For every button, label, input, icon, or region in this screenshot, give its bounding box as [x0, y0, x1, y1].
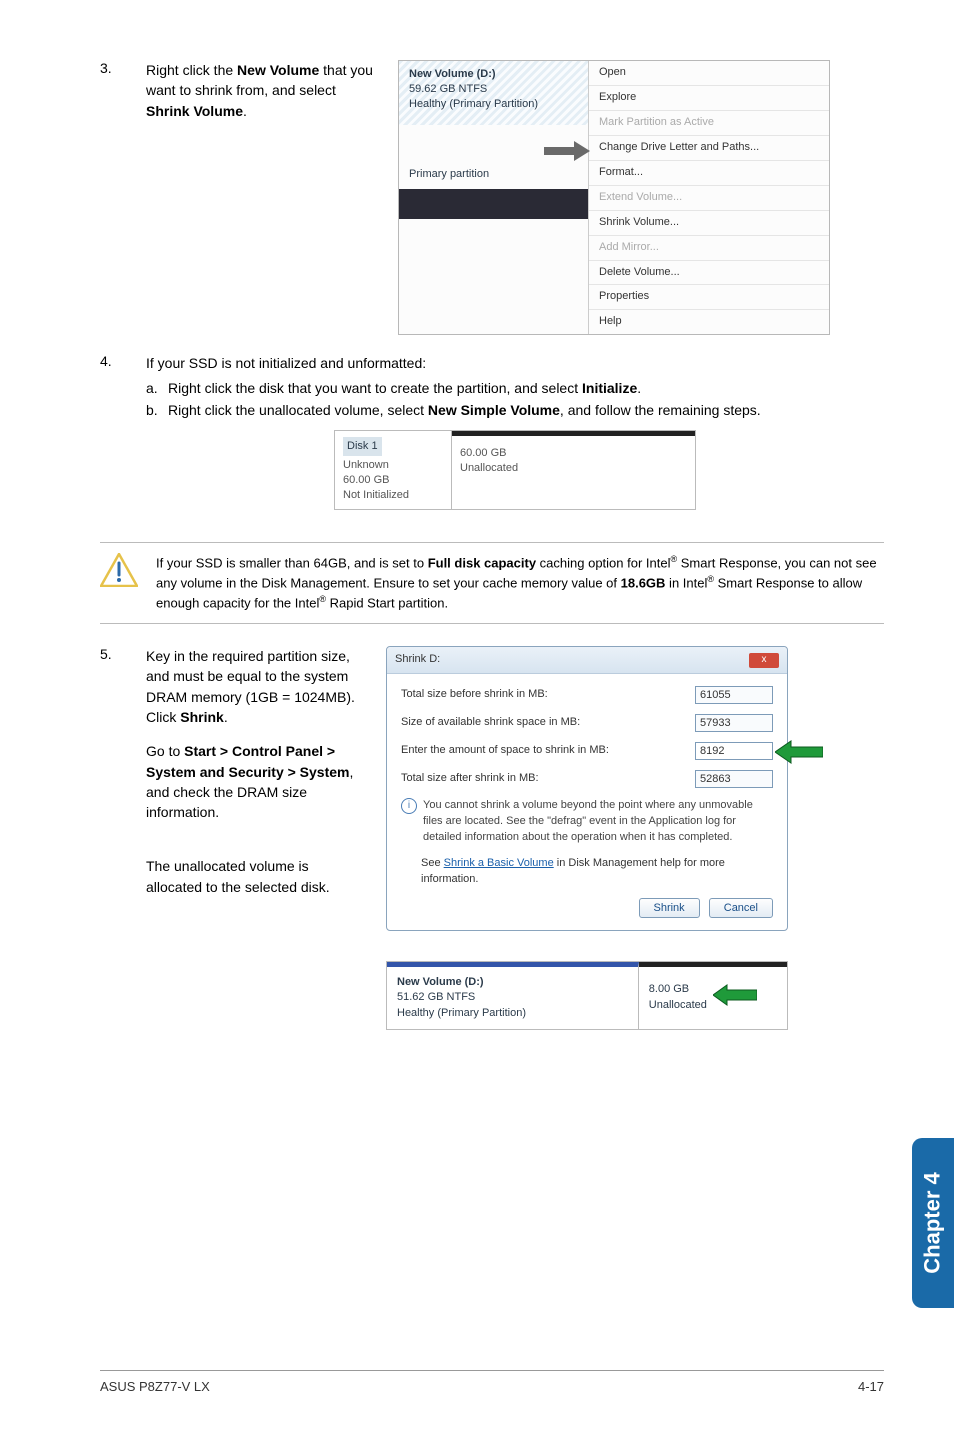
- page-footer: ASUS P8Z77-V LX 4-17: [100, 1370, 884, 1394]
- menu-delete[interactable]: Delete Volume...: [589, 261, 829, 286]
- step-number: 5.: [100, 646, 146, 662]
- info-text: You cannot shrink a volume beyond the po…: [423, 798, 773, 846]
- step-5-p2: Go to Start > Control Panel > System and…: [146, 741, 364, 822]
- note-text: If your SSD is smaller than 64GB, and is…: [156, 553, 884, 614]
- chapter-tab: Chapter 4: [912, 1138, 954, 1308]
- field-available-value: 57933: [695, 714, 773, 732]
- dialog-title: Shrink D:: [395, 652, 440, 668]
- menu-mark-active: Mark Partition as Active: [589, 111, 829, 136]
- menu-change-letter[interactable]: Change Drive Letter and Paths...: [589, 136, 829, 161]
- step-4-b: b.Right click the unallocated volume, se…: [146, 400, 884, 420]
- close-icon[interactable]: x: [749, 653, 779, 668]
- field-total-before-value: 61055: [695, 686, 773, 704]
- step-4: 4. If your SSD is not initialized and un…: [100, 353, 884, 523]
- step-5-p3: The unallocated volume is allocated to t…: [146, 856, 364, 897]
- menu-properties[interactable]: Properties: [589, 285, 829, 310]
- step-5: 5. Key in the required partition size, a…: [100, 646, 884, 1030]
- menu-shrink[interactable]: Shrink Volume...: [589, 211, 829, 236]
- step-number: 4.: [100, 353, 146, 369]
- cancel-button[interactable]: Cancel: [709, 898, 773, 918]
- shrink-help-link[interactable]: Shrink a Basic Volume: [444, 857, 554, 869]
- menu-extend: Extend Volume...: [589, 186, 829, 211]
- green-arrow-icon: [713, 983, 757, 1012]
- warning-icon: [100, 553, 138, 587]
- menu-format[interactable]: Format...: [589, 161, 829, 186]
- shrink-dialog-screenshot: Shrink D: x Total size before shrink in …: [386, 646, 788, 931]
- primary-partition-label: Primary partition: [409, 167, 489, 183]
- info-icon: i: [401, 798, 417, 814]
- result-vol-title: New Volume (D:): [397, 975, 628, 990]
- menu-open[interactable]: Open: [589, 61, 829, 86]
- footer-product: ASUS P8Z77-V LX: [100, 1379, 210, 1394]
- menu-help[interactable]: Help: [589, 310, 829, 334]
- step-4-intro: If your SSD is not initialized and unfor…: [146, 353, 884, 373]
- step-number: 3.: [100, 60, 146, 76]
- field-enter-amount-label: Enter the amount of space to shrink in M…: [401, 743, 609, 759]
- field-enter-amount-input[interactable]: 8192: [695, 742, 773, 760]
- green-arrow-icon: [775, 739, 823, 771]
- menu-add-mirror: Add Mirror...: [589, 236, 829, 261]
- warning-note: If your SSD is smaller than 64GB, and is…: [100, 542, 884, 625]
- step-3-text: Right click the New Volume that you want…: [146, 60, 376, 121]
- step-3: 3. Right click the New Volume that you w…: [100, 60, 884, 335]
- shrink-button[interactable]: Shrink: [639, 898, 700, 918]
- step-5-p1: Key in the required partition size, and …: [146, 646, 364, 727]
- pointer-arrow-icon: [544, 141, 590, 167]
- volume-block: New Volume (D:) 59.62 GB NTFS Healthy (P…: [399, 61, 588, 125]
- disk1-screenshot: Disk 1 Unknown 60.00 GB Not Initialized …: [334, 430, 696, 509]
- help-link-row: See Shrink a Basic Volume in Disk Manage…: [421, 856, 773, 888]
- footer-page-number: 4-17: [858, 1379, 884, 1394]
- disk-icon: Disk 1: [343, 437, 382, 456]
- field-total-after-value: 52863: [695, 770, 773, 788]
- context-menu-screenshot: New Volume (D:) 59.62 GB NTFS Healthy (P…: [398, 60, 830, 335]
- menu-explore[interactable]: Explore: [589, 86, 829, 111]
- field-total-before-label: Total size before shrink in MB:: [401, 687, 548, 703]
- field-available-label: Size of available shrink space in MB:: [401, 715, 580, 731]
- partition-result-screenshot: New Volume (D:) 51.62 GB NTFS Healthy (P…: [386, 961, 788, 1030]
- field-total-after-label: Total size after shrink in MB:: [401, 771, 539, 787]
- step-4-a: a.Right click the disk that you want to …: [146, 378, 884, 398]
